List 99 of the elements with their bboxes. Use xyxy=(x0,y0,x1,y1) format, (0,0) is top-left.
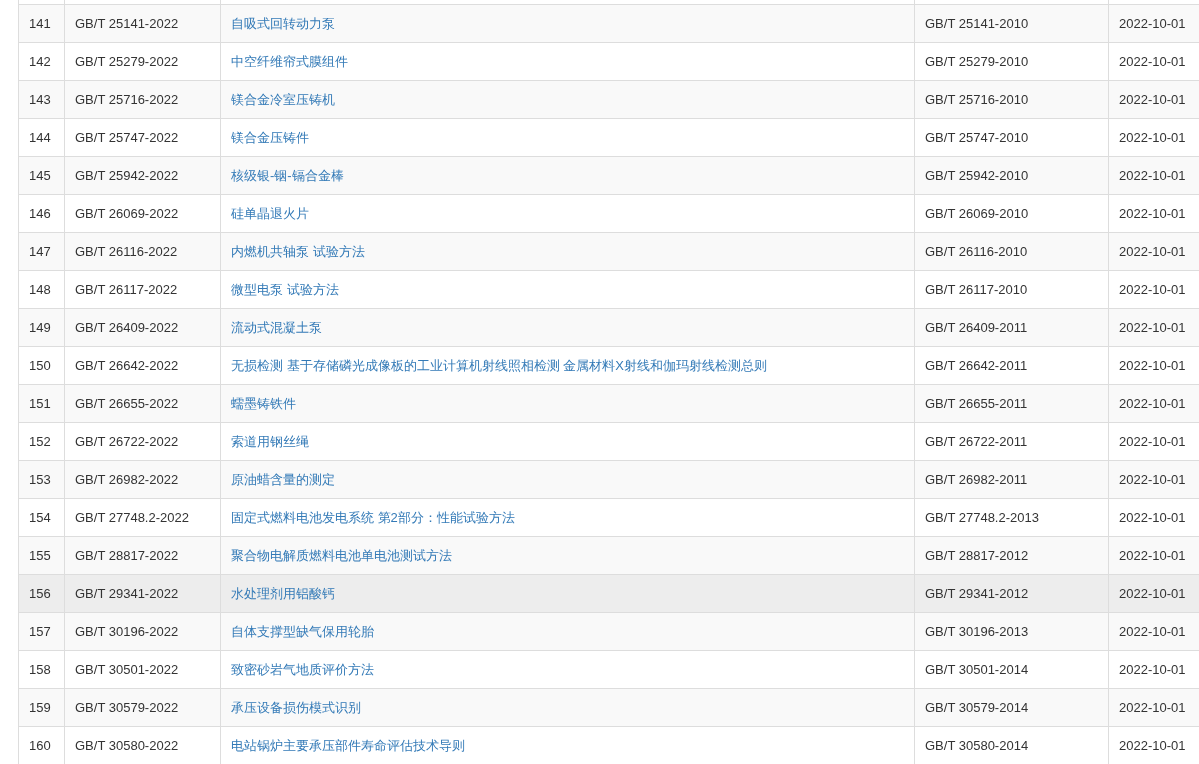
table-cell: 143 xyxy=(29,91,51,107)
table-cell: GB/T 26722-2011 xyxy=(925,433,1028,449)
standard-title-link[interactable]: 镁合金压铸件 xyxy=(231,129,309,145)
table-cell: GB/T 26116-2010 xyxy=(925,243,1028,259)
standard-title-link[interactable]: 核级银-铟-镉合金棒 xyxy=(231,167,344,183)
table-cell: 2022-10-01 xyxy=(1119,737,1186,753)
table-cell: GB/T 26655-2011 xyxy=(925,395,1028,411)
table-cell: GB/T 26642-2011 xyxy=(925,357,1028,373)
table-cell: GB/T 25747-2022 xyxy=(75,129,179,145)
table-cell: 152 xyxy=(29,433,51,449)
table-cell: GB/T 30579-2022 xyxy=(75,699,179,715)
table-cell: 148 xyxy=(29,281,51,297)
table-cell: GB/T 26117-2022 xyxy=(75,281,178,297)
table-cell: GB/T 26117-2010 xyxy=(925,281,1028,297)
table-cell: 154 xyxy=(29,509,51,525)
table-cell: 2022-10-01 xyxy=(1119,661,1186,677)
table-cell: GB/T 25141-2022 xyxy=(75,15,179,31)
table-cell: GB/T 26655-2022 xyxy=(75,395,179,411)
standard-title-link[interactable]: 聚合物电解质燃料电池单电池测试方法 xyxy=(231,547,452,563)
table-cell: GB/T 29341-2022 xyxy=(75,585,179,601)
table-cell: 2022-10-01 xyxy=(1119,509,1186,525)
table-cell: GB/T 30501-2022 xyxy=(75,661,179,677)
table-cell: GB/T 25279-2022 xyxy=(75,53,179,69)
table-cell: 146 xyxy=(29,205,51,221)
table-cell: 155 xyxy=(29,547,51,563)
table-cell: GB/T 30196-2022 xyxy=(75,623,179,639)
table-cell: 2022-10-01 xyxy=(1119,53,1186,69)
standard-title-link[interactable]: 原油蜡含量的测定 xyxy=(231,471,335,487)
table-cell: GB/T 29341-2012 xyxy=(925,585,1029,601)
table-cell: GB/T 30501-2014 xyxy=(925,661,1029,677)
standard-title-link[interactable]: 内燃机共轴泵 试验方法 xyxy=(231,243,365,259)
standard-title-link[interactable]: 微型电泵 试验方法 xyxy=(231,281,339,297)
table-cell: GB/T 30196-2013 xyxy=(925,623,1029,639)
table-cell: GB/T 25942-2010 xyxy=(925,167,1029,183)
table-cell: 2022-10-01 xyxy=(1119,433,1186,449)
standard-title-link[interactable]: 固定式燃料电池发电系统 第2部分：性能试验方法 xyxy=(231,509,515,525)
standard-title-link[interactable]: 中空纤维帘式膜组件 xyxy=(231,53,348,69)
table-cell: 151 xyxy=(29,395,51,411)
table-cell: GB/T 26409-2011 xyxy=(925,319,1028,335)
table-cell: 2022-10-01 xyxy=(1119,281,1186,297)
table-cell: GB/T 25716-2022 xyxy=(75,91,179,107)
standard-title-link[interactable]: 流动式混凝土泵 xyxy=(231,319,322,335)
table-cell: GB/T 25747-2010 xyxy=(925,129,1029,145)
table-cell: 157 xyxy=(29,623,51,639)
table-cell: 2022-10-01 xyxy=(1119,319,1186,335)
table-cell: GB/T 30580-2014 xyxy=(925,737,1029,753)
table-cell: GB/T 26069-2022 xyxy=(75,205,179,221)
table-cell: GB/T 25141-2010 xyxy=(925,15,1029,31)
table-cell: GB/T 28817-2012 xyxy=(925,547,1029,563)
table-cell: GB/T 26409-2022 xyxy=(75,319,179,335)
table-cell: 144 xyxy=(29,129,51,145)
standard-title-link[interactable]: 承压设备损伤模式识别 xyxy=(231,699,361,715)
table-cell: 2022-10-01 xyxy=(1119,129,1186,145)
table-cell: GB/T 26982-2011 xyxy=(925,471,1028,487)
standard-title-link[interactable]: 索道用钢丝绳 xyxy=(231,433,309,449)
table-cell: 150 xyxy=(29,357,51,373)
table-cell: 2022-10-01 xyxy=(1119,15,1186,31)
standard-title-link[interactable]: 电站锅炉主要承压部件寿命评估技术导则 xyxy=(231,737,465,753)
table-cell: GB/T 30580-2022 xyxy=(75,737,179,753)
table-cell: 2022-10-01 xyxy=(1119,395,1186,411)
table-cell: 2022-10-01 xyxy=(1119,167,1186,183)
table-cell: GB/T 26116-2022 xyxy=(75,243,178,259)
standard-title-link[interactable]: 硅单晶退火片 xyxy=(231,205,309,221)
table-cell: GB/T 27748.2-2022 xyxy=(75,509,189,525)
table-cell: GB/T 26722-2022 xyxy=(75,433,179,449)
table-cell: 149 xyxy=(29,319,51,335)
standard-title-link[interactable]: 自吸式回转动力泵 xyxy=(231,15,335,31)
standard-title-link[interactable]: 水处理剂用铝酸钙 xyxy=(231,585,335,601)
table-cell: 2022-10-01 xyxy=(1119,547,1186,563)
table-cell: GB/T 26642-2022 xyxy=(75,357,179,373)
table-cell: 142 xyxy=(29,53,51,69)
table-cell: 141 xyxy=(29,15,51,31)
standard-title-link[interactable]: 自体支撑型缺气保用轮胎 xyxy=(231,623,374,639)
table-cell: 2022-10-01 xyxy=(1119,205,1186,221)
table-cell: 2022-10-01 xyxy=(1119,623,1186,639)
table-cell: 159 xyxy=(29,699,51,715)
table-cell: GB/T 25279-2010 xyxy=(925,53,1029,69)
table-cell: GB/T 26069-2010 xyxy=(925,205,1029,221)
table-cell: GB/T 25716-2010 xyxy=(925,91,1029,107)
standard-title-link[interactable]: 镁合金冷室压铸机 xyxy=(231,91,335,107)
table-cell: 2022-10-01 xyxy=(1119,91,1186,107)
standard-title-link[interactable]: 蠕墨铸铁件 xyxy=(231,395,296,411)
table-cell: 2022-10-01 xyxy=(1119,585,1186,601)
table-cell: 156 xyxy=(29,585,51,601)
table-cell: 2022-10-01 xyxy=(1119,243,1186,259)
table-cell: 160 xyxy=(29,737,51,753)
table-cell: 2022-10-01 xyxy=(1119,357,1186,373)
table-cell: 147 xyxy=(29,243,51,259)
table-cell: 145 xyxy=(29,167,51,183)
table-cell: 158 xyxy=(29,661,51,677)
table-cell: 153 xyxy=(29,471,51,487)
table-cell: GB/T 26982-2022 xyxy=(75,471,179,487)
table-cell: 2022-10-01 xyxy=(1119,699,1186,715)
table-cell: 2022-10-01 xyxy=(1119,471,1186,487)
table-cell: GB/T 27748.2-2013 xyxy=(925,509,1039,525)
table-cell: GB/T 30579-2014 xyxy=(925,699,1029,715)
standard-title-link[interactable]: 致密砂岩气地质评价方法 xyxy=(231,661,374,677)
table-cell: GB/T 25942-2022 xyxy=(75,167,179,183)
table-cell: GB/T 28817-2022 xyxy=(75,547,179,563)
